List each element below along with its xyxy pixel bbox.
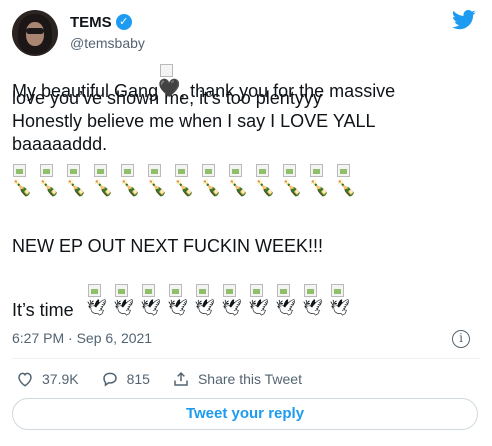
- champagne-emoji-icon: 🍾: [93, 162, 113, 202]
- dove-emoji-icon: 🕊: [114, 282, 134, 322]
- twitter-bird-icon[interactable]: [452, 10, 476, 30]
- tweet-line-3: Honestly believe me when I say I LOVE YA…: [12, 111, 376, 131]
- dove-emoji-icon: 🕊: [330, 282, 350, 322]
- author-names: TEMS ✓ @temsbaby: [70, 12, 145, 52]
- dove-emoji-icon: 🕊: [222, 282, 242, 322]
- tweet-reply-button[interactable]: Tweet your reply: [12, 398, 478, 430]
- tweet-card: TEMS ✓ @temsbaby My beautiful Gang 🖤, tha…: [0, 0, 492, 446]
- champagne-emoji-icon: 🍾: [255, 162, 275, 202]
- tweet-header: TEMS ✓ @temsbaby: [12, 8, 480, 58]
- dove-emoji-row: It’s time 🕊 🕊 🕊 🕊 🕊 🕊 🕊 🕊 🕊 🕊: [12, 282, 350, 322]
- tweet-meta: 6:27 PM · Sep 6, 2021 i: [12, 330, 480, 350]
- reply-action-button[interactable]: 815: [101, 370, 150, 388]
- tweet-actions: 37.9K 815 Share this Tweet: [16, 368, 324, 390]
- divider: [12, 358, 480, 359]
- tweet-line-2: love you’ve shown me, it’s too plentyyy: [12, 88, 322, 108]
- author-handle[interactable]: @temsbaby: [70, 35, 145, 51]
- champagne-emoji-icon: 🍾: [336, 162, 356, 202]
- dove-emoji-icon: 🕊: [249, 282, 269, 322]
- champagne-emoji-icon: 🍾: [201, 162, 221, 202]
- dove-emoji-icon: 🕊: [276, 282, 296, 322]
- champagne-emoji-icon: 🍾: [309, 162, 329, 202]
- champagne-emoji-icon: 🍾: [174, 162, 194, 202]
- reply-count: 815: [126, 371, 150, 387]
- info-icon[interactable]: i: [452, 330, 470, 348]
- tweet-line-4: baaaaaddd.: [12, 134, 108, 154]
- avatar[interactable]: [12, 10, 58, 56]
- author-display-name[interactable]: TEMS: [70, 14, 112, 31]
- champagne-emoji-icon: 🍾: [39, 162, 59, 202]
- like-count: 37.9K: [42, 371, 79, 387]
- dove-emoji-icon: 🕊: [303, 282, 323, 322]
- champagne-emoji-icon: 🍾: [120, 162, 140, 202]
- champagne-emoji-icon: 🍾: [147, 162, 167, 202]
- champagne-emoji-icon: 🍾: [228, 162, 248, 202]
- champagne-emoji-icon: 🍾: [66, 162, 86, 202]
- black-heart-emoji-icon: 🖤: [158, 64, 181, 102]
- champagne-emoji-row: 🍾 🍾 🍾 🍾 🍾 🍾 🍾 🍾 🍾 🍾 🍾 🍾 🍾: [12, 156, 480, 202]
- reply-bubble-icon: [102, 372, 117, 387]
- tweet-time-label: It’s time: [12, 300, 74, 320]
- verified-badge-icon: ✓: [115, 14, 132, 30]
- tweet-text: My beautiful Gang 🖤, thank you for the ma…: [12, 64, 480, 202]
- champagne-emoji-icon: 🍾: [282, 162, 302, 202]
- heart-outline-icon: [18, 372, 32, 387]
- dove-emoji-icon: 🕊: [168, 282, 188, 322]
- share-label: Share this Tweet: [197, 371, 302, 387]
- tweet-timestamp[interactable]: 6:27 PM · Sep 6, 2021: [12, 330, 152, 346]
- share-button[interactable]: Share this Tweet: [172, 370, 302, 388]
- dove-emoji-icon: 🕊: [87, 282, 107, 322]
- share-upload-icon: [174, 371, 188, 386]
- dove-emoji-icon: 🕊: [141, 282, 161, 322]
- like-button[interactable]: 37.9K: [16, 370, 79, 388]
- tweet-ep-announcement: NEW EP OUT NEXT FUCKIN WEEK!!!: [12, 236, 324, 256]
- champagne-emoji-icon: 🍾: [12, 162, 32, 202]
- dove-emoji-icon: 🕊: [195, 282, 215, 322]
